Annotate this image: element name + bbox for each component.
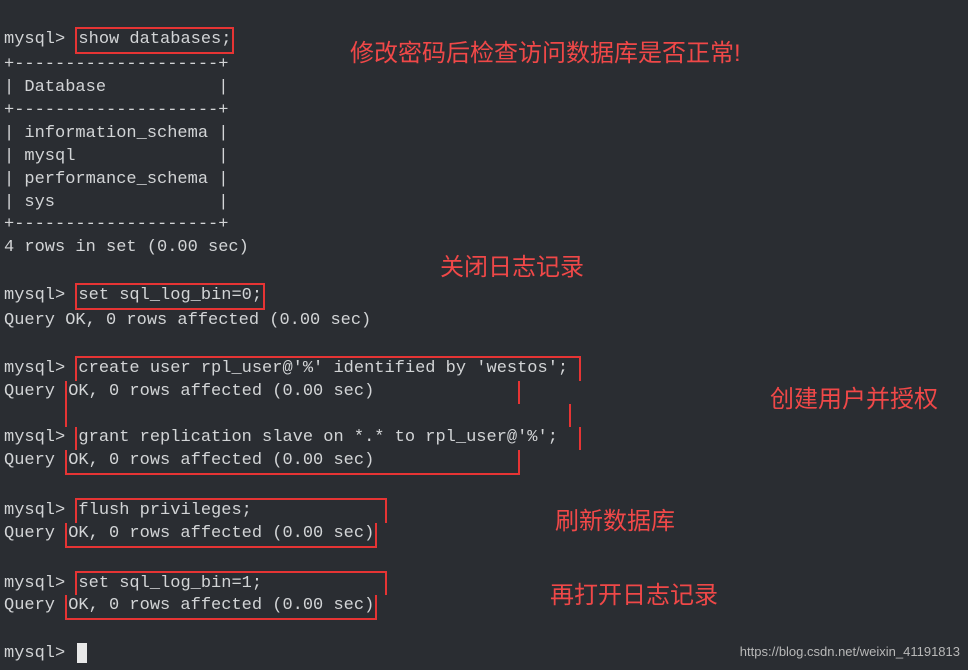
annotation-create-user: 创建用户并授权 (770, 384, 938, 416)
cursor[interactable] (77, 643, 87, 663)
annotation-reopen-log: 再打开日志记录 (550, 580, 718, 612)
prompt: mysql> (4, 428, 75, 447)
query-ok-mid: OK, 0 rows affected (0.00 sec) (65, 450, 520, 475)
query-ok-mid: OK, 0 rows affected (0.00 sec) (65, 595, 377, 620)
query-ok-left: Query (4, 596, 65, 615)
cmd-flush-privileges: flush privileges; (75, 498, 387, 523)
query-ok-left: Query (4, 382, 65, 401)
annotation-check-db: 修改密码后检查访问数据库是否正常! (350, 38, 741, 70)
blank-box (65, 404, 571, 427)
prompt: mysql> (4, 286, 75, 305)
prompt: mysql> (4, 359, 75, 378)
prompt: mysql> (4, 30, 75, 49)
table-border: +--------------------+ (4, 215, 228, 234)
annotation-refresh-db: 刷新数据库 (555, 506, 675, 538)
query-ok-mid: OK, 0 rows affected (0.00 sec) (65, 381, 520, 404)
cmd-set-log-bin-0: set sql_log_bin=0; (75, 283, 265, 310)
table-border: +--------------------+ (4, 101, 228, 120)
cmd-create-user: create user rpl_user@'%' identified by '… (75, 356, 581, 381)
table-row: | performance_schema | (4, 170, 228, 189)
table-row: | sys | (4, 193, 228, 212)
cmd-show-databases: show databases; (75, 27, 234, 54)
annotation-close-log: 关闭日志记录 (440, 252, 584, 284)
query-ok-left: Query (4, 451, 65, 470)
watermark: https://blog.csdn.net/weixin_41191813 (740, 643, 960, 661)
table-row: | information_schema | (4, 124, 228, 143)
table-border: +--------------------+ (4, 55, 228, 74)
query-ok-left: Query (4, 524, 65, 543)
prompt: mysql> (4, 644, 75, 663)
query-ok: Query OK, 0 rows affected (0.00 sec) (4, 311, 371, 330)
table-row: | mysql | (4, 147, 228, 166)
cmd-grant: grant replication slave on *.* to rpl_us… (75, 427, 581, 450)
rows-in-set: 4 rows in set (0.00 sec) (4, 238, 249, 257)
table-header: | Database | (4, 78, 228, 97)
prompt: mysql> (4, 574, 75, 593)
query-ok-mid: OK, 0 rows affected (0.00 sec) (65, 523, 377, 548)
cmd-set-log-bin-1: set sql_log_bin=1; (75, 571, 387, 596)
terminal-output: mysql> show databases; +----------------… (0, 0, 968, 670)
prompt: mysql> (4, 501, 75, 520)
